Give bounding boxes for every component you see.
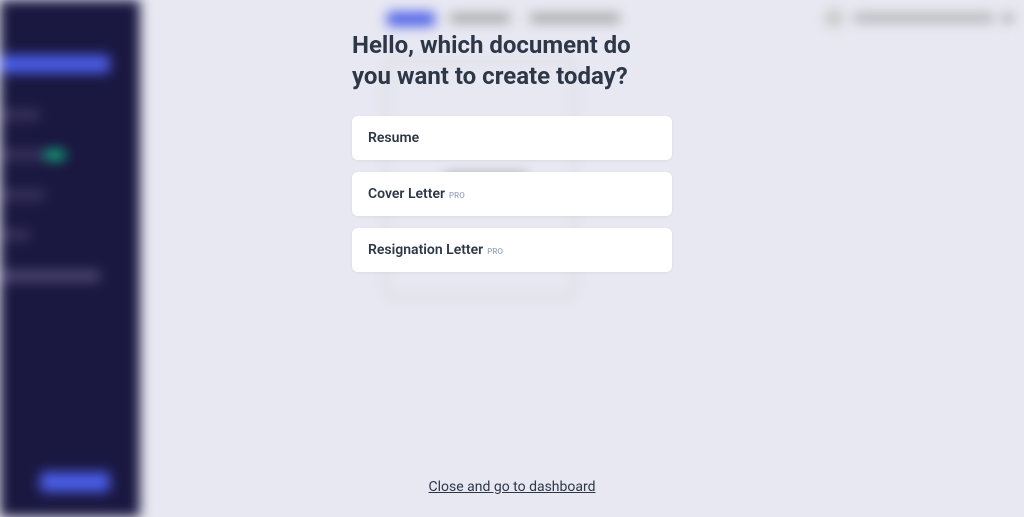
close-link[interactable]: Close and go to dashboard	[429, 479, 596, 495]
option-cover-letter-label: Cover Letter	[368, 186, 445, 202]
option-resignation-letter-label: Resignation Letter	[368, 242, 483, 258]
option-resignation-letter[interactable]: Resignation Letter PRO	[352, 228, 672, 272]
option-resume-label: Resume	[368, 130, 419, 146]
option-cover-letter-pro: PRO	[449, 191, 465, 200]
option-resignation-letter-pro: PRO	[487, 247, 503, 256]
option-cover-letter[interactable]: Cover Letter PRO	[352, 172, 672, 216]
modal-title: Hello, which document do you want to cre…	[352, 30, 672, 92]
document-create-modal: Hello, which document do you want to cre…	[0, 0, 1024, 517]
modal-content: Hello, which document do you want to cre…	[352, 30, 672, 284]
option-resume[interactable]: Resume	[352, 116, 672, 160]
